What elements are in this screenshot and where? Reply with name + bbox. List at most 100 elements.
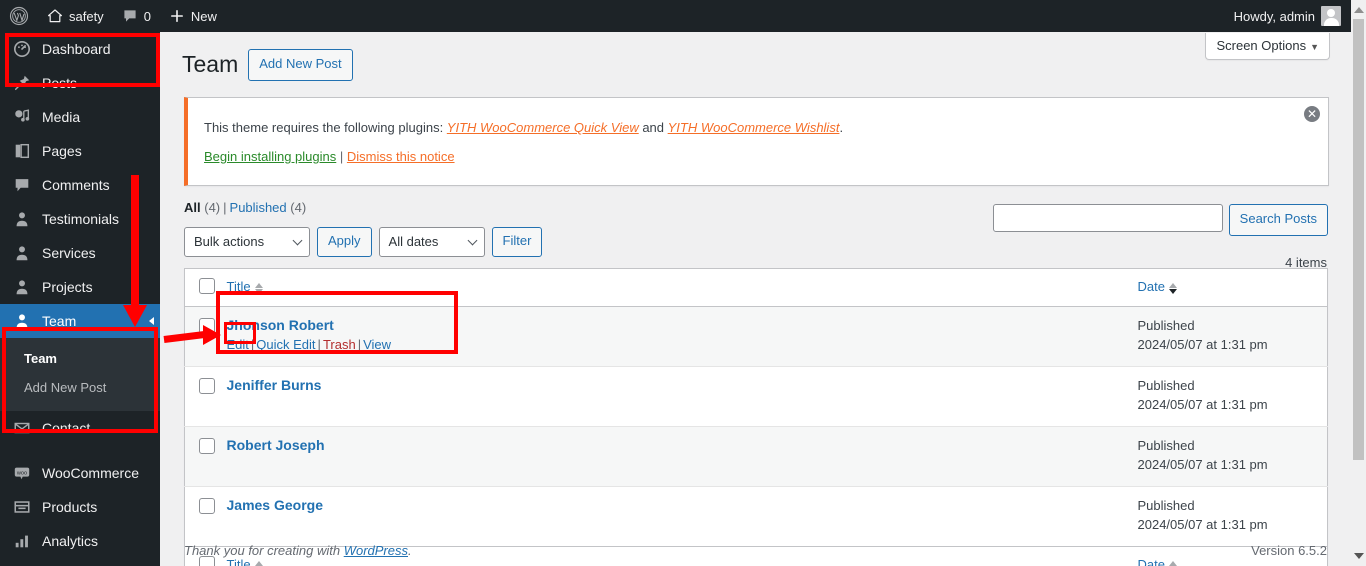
sidebar-item-contact[interactable]: Contact bbox=[0, 411, 160, 445]
notice-plugin-link-2[interactable]: YITH WooCommerce Wishlist bbox=[668, 120, 840, 135]
person-icon bbox=[12, 243, 32, 263]
post-title-link[interactable]: Jeniffer Burns bbox=[227, 376, 322, 396]
row-checkbox[interactable] bbox=[199, 437, 215, 454]
search-input[interactable] bbox=[992, 204, 1223, 232]
sidebar-label-team: Team bbox=[42, 313, 77, 329]
post-title-link[interactable]: Jhonson Robert bbox=[227, 316, 334, 336]
page-icon bbox=[12, 141, 32, 161]
footer-thank-you: Thank you for creating with WordPress. bbox=[184, 543, 412, 558]
view-all-label: All bbox=[184, 199, 201, 215]
sort-by-title-link[interactable]: Title bbox=[227, 279, 251, 294]
envelope-icon bbox=[12, 418, 32, 438]
table-row[interactable]: James George Edit|Quick Edit|Trash|View … bbox=[184, 485, 1328, 547]
row-date-cell: Published 2024/05/07 at 1:31 pm bbox=[1137, 485, 1328, 547]
admin-bar: safety 0 New Howdy, admin bbox=[0, 0, 1351, 32]
chevron-down-icon bbox=[292, 235, 303, 246]
column-header-date[interactable]: Date bbox=[1137, 268, 1328, 307]
footer-version: Version 6.5.2 bbox=[1251, 543, 1327, 558]
sidebar-item-analytics[interactable]: Analytics bbox=[0, 524, 160, 558]
comments-button[interactable]: 0 bbox=[113, 0, 160, 32]
person-icon bbox=[12, 209, 32, 229]
main-content: Screen Options ▼ Team Add New Post ✕ This… bbox=[160, 32, 1351, 566]
sort-indicator-title-icon[interactable] bbox=[254, 560, 263, 566]
filter-button[interactable]: Filter bbox=[491, 226, 543, 257]
row-action-edit[interactable]: Edit bbox=[227, 337, 249, 352]
submenu-item-team[interactable]: Team bbox=[0, 345, 160, 374]
table-row[interactable]: Jhonson Robert Edit | Quick Edit | Trash | Vie… bbox=[184, 305, 1328, 367]
sidebar-item-pages[interactable]: Pages bbox=[0, 134, 160, 168]
sidebar-label-media: Media bbox=[42, 109, 81, 125]
comment-bubble-icon bbox=[12, 175, 32, 195]
row-date-cell: Published 2024/05/07 at 1:31 pm bbox=[1137, 305, 1328, 367]
row-checkbox[interactable] bbox=[199, 377, 215, 394]
scroll-up-arrow-icon[interactable] bbox=[1354, 7, 1364, 13]
row-date-cell: Published 2024/05/07 at 1:31 pm bbox=[1137, 365, 1328, 427]
row-action-view[interactable]: View bbox=[363, 337, 391, 352]
wordpress-link[interactable]: WordPress bbox=[344, 543, 408, 558]
submenu-item-add-new-post[interactable]: Add New Post bbox=[0, 374, 160, 403]
sort-by-date-link-footer[interactable]: Date bbox=[1138, 557, 1165, 566]
sort-by-date-link[interactable]: Date bbox=[1138, 279, 1165, 294]
wp-logo-button[interactable] bbox=[0, 0, 38, 32]
row-select-cell bbox=[184, 365, 227, 427]
view-all-link[interactable]: All bbox=[184, 200, 201, 215]
row-date-cell: Published 2024/05/07 at 1:31 pm bbox=[1137, 425, 1328, 487]
column-header-title[interactable]: Title bbox=[226, 268, 1138, 307]
post-date: 2024/05/07 at 1:31 pm bbox=[1137, 517, 1268, 533]
table-row[interactable]: Jeniffer Burns Edit|Quick Edit|Trash|Vie… bbox=[184, 365, 1328, 427]
new-content-button[interactable]: New bbox=[160, 0, 226, 32]
site-name-button[interactable]: safety bbox=[38, 0, 113, 32]
row-action-quick-edit[interactable]: Quick Edit bbox=[256, 337, 315, 352]
my-account-button[interactable]: Howdy, admin bbox=[1225, 0, 1345, 32]
post-title-link[interactable]: James George bbox=[227, 496, 324, 516]
sidebar-item-dashboard[interactable]: Dashboard bbox=[0, 32, 160, 66]
select-all-header bbox=[184, 268, 227, 307]
scrollbar-thumb[interactable] bbox=[1353, 19, 1364, 460]
comment-bubble-icon bbox=[124, 10, 136, 22]
page-scrollbar[interactable] bbox=[1351, 0, 1366, 566]
person-icon bbox=[12, 277, 32, 297]
search-posts-button[interactable]: Search Posts bbox=[1228, 204, 1328, 236]
sidebar-item-products[interactable]: Products bbox=[0, 490, 160, 524]
row-checkbox[interactable] bbox=[199, 497, 215, 514]
apply-button[interactable]: Apply bbox=[317, 226, 372, 257]
table-header-row: Title Date bbox=[184, 268, 1328, 307]
view-all-count: (4) bbox=[204, 199, 221, 215]
sidebar-item-posts[interactable]: Posts bbox=[0, 66, 160, 100]
table-row[interactable]: Robert Joseph Edit|Quick Edit|Trash|View… bbox=[184, 425, 1328, 487]
sort-by-title-link-footer[interactable]: Title bbox=[227, 557, 251, 566]
screen-options-button[interactable]: Screen Options ▼ bbox=[1205, 33, 1330, 60]
sidebar-label-posts: Posts bbox=[42, 75, 78, 91]
row-actions: Edit | Quick Edit | Trash | View bbox=[226, 337, 392, 353]
sidebar-label-comments: Comments bbox=[42, 177, 110, 193]
begin-installing-plugins-link[interactable]: Begin installing plugins bbox=[204, 149, 336, 164]
close-circle-icon[interactable]: ✕ bbox=[1304, 105, 1320, 122]
bulk-actions-select[interactable]: Bulk actions bbox=[184, 226, 310, 257]
post-date: 2024/05/07 at 1:31 pm bbox=[1137, 397, 1268, 413]
sort-indicator-date-icon[interactable] bbox=[1168, 282, 1177, 294]
admin-bar-right: Howdy, admin bbox=[1225, 0, 1351, 32]
sort-indicator-date-icon[interactable] bbox=[1168, 560, 1177, 566]
row-action-trash[interactable]: Trash bbox=[323, 337, 356, 352]
add-new-post-button[interactable]: Add New Post bbox=[248, 49, 353, 81]
notice-plugin-link-1[interactable]: YITH WooCommerce Quick View bbox=[447, 120, 639, 135]
sidebar-item-media[interactable]: Media bbox=[0, 100, 160, 134]
view-published-link[interactable]: Published bbox=[230, 200, 287, 215]
sidebar-item-woocommerce[interactable]: woo WooCommerce bbox=[0, 456, 160, 490]
sort-indicator-title-icon[interactable] bbox=[254, 282, 263, 294]
woo-icon: woo bbox=[12, 463, 32, 483]
person-icon bbox=[12, 311, 32, 331]
date-filter-select[interactable]: All dates bbox=[378, 226, 485, 257]
wp-admin-screen: safety 0 New Howdy, admin Dashboard Post… bbox=[0, 0, 1366, 566]
dismiss-notice-link[interactable]: Dismiss this notice bbox=[347, 149, 455, 164]
select-all-checkbox[interactable] bbox=[199, 277, 215, 294]
row-select-cell bbox=[184, 485, 227, 547]
sidebar-label-products: Products bbox=[42, 498, 98, 515]
page-title: Team bbox=[182, 50, 239, 77]
sidebar-label-testimonials: Testimonials bbox=[42, 211, 120, 227]
post-title-link[interactable]: Robert Joseph bbox=[227, 436, 325, 456]
scroll-down-arrow-icon[interactable] bbox=[1354, 553, 1364, 559]
wordpress-logo-icon bbox=[9, 6, 29, 26]
sidebar-label-woocommerce: WooCommerce bbox=[42, 464, 139, 481]
sidebar-label-contact: Contact bbox=[42, 419, 91, 436]
